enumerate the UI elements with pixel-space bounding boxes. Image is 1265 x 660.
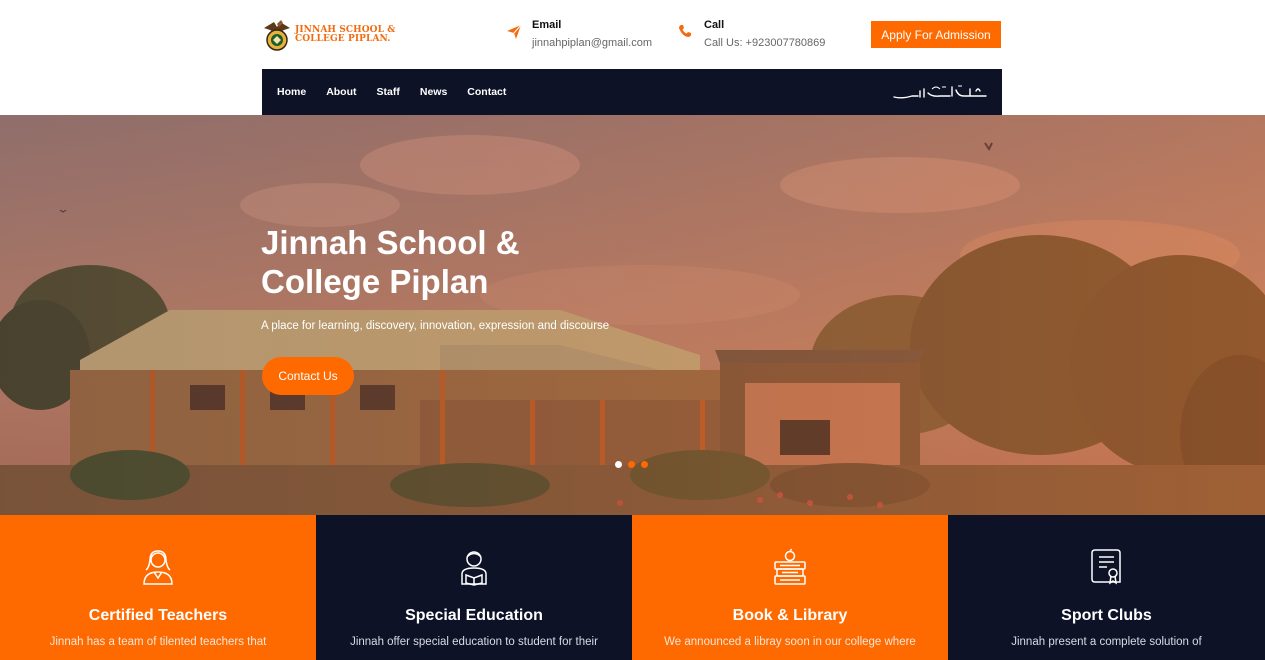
call-value[interactable]: Call Us: +923007780869 [704,36,825,50]
school-logo[interactable]: JINNAH SCHOOL & COLLEGE PIPLAN. [262,18,395,52]
hero-slider: Jinnah School & College Piplan A place f… [0,115,1265,515]
feature-title: Certified Teachers [88,607,228,624]
feature-description: Jinnah has a team of tilented teachers t… [49,636,267,648]
hero-title-line-1: Jinnah School & [261,224,520,261]
slider-dot-1[interactable] [615,461,622,468]
books-apple-icon [772,548,808,586]
feature-sport-clubs[interactable]: Sport Clubs Jinnah present a complete so… [948,515,1265,660]
hero-title: Jinnah School & College Piplan [261,223,601,301]
nav-home[interactable]: Home [277,86,306,98]
feature-title: Special Education [405,607,543,624]
contact-us-button[interactable]: Contact Us [262,357,354,395]
slider-dot-2[interactable] [628,461,635,468]
hero-title-line-2: College Piplan [261,263,489,300]
logo-text: JINNAH SCHOOL & COLLEGE PIPLAN. [295,26,395,44]
slider-dot-3[interactable] [641,461,648,468]
nav-staff[interactable]: Staff [377,86,400,98]
feature-description: We announced a libray soon in our colleg… [664,636,916,648]
hero-subtitle: A place for learning, discovery, innovat… [261,320,610,332]
paper-plane-icon [506,24,526,44]
main-nav: Home About Staff News Contact [262,69,1002,115]
bismillah-calligraphy [892,81,988,103]
site-header: JINNAH SCHOOL & COLLEGE PIPLAN. Email ji… [0,0,1265,115]
slider-dots [615,461,654,468]
nav-about[interactable]: About [326,86,356,98]
email-label: Email [532,19,562,31]
call-label: Call [704,19,725,31]
feature-special-education[interactable]: Special Education Jinnah offer special e… [316,515,632,660]
feature-certified-teachers[interactable]: Certified Teachers Jinnah has a team of … [0,515,316,660]
nav-contact[interactable]: Contact [467,86,506,98]
feature-book-library[interactable]: Book & Library We announced a libray soo… [632,515,948,660]
teacher-icon [140,548,176,586]
call-contact: Call Call Us: +923007780869 [678,18,825,50]
logo-line-2: COLLEGE PIPLAN. [295,34,391,44]
hero-background-image [0,115,1265,515]
feature-title: Book & Library [732,607,848,624]
eagle-emblem-icon [262,18,292,52]
apply-admission-button[interactable]: Apply For Admission [871,21,1001,48]
feature-tiles: Certified Teachers Jinnah has a team of … [0,515,1265,660]
feature-description: Jinnah offer special education to studen… [350,636,598,648]
email-contact: Email jinnahpiplan@gmail.com [506,18,652,50]
student-reading-icon [456,548,492,586]
nav-news[interactable]: News [420,86,447,98]
phone-icon [678,24,698,44]
feature-description: Jinnah present a complete solution of [1011,636,1202,648]
email-value[interactable]: jinnahpiplan@gmail.com [532,36,652,50]
certificate-icon [1089,548,1125,586]
feature-title: Sport Clubs [1061,607,1152,624]
